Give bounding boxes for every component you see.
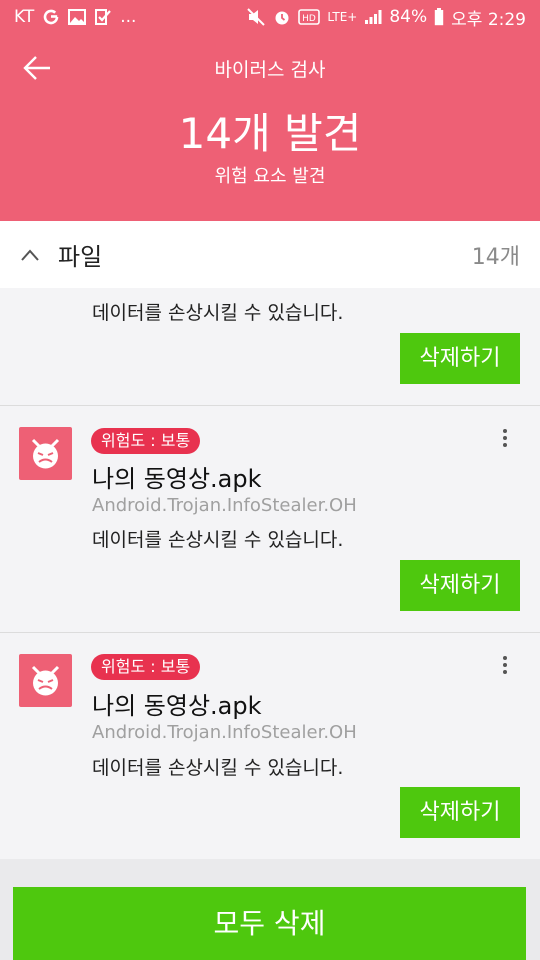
mute-icon (247, 8, 266, 26)
threat-name: Android.Trojan.InfoStealer.OH (92, 495, 357, 516)
files-section-header[interactable]: 파일 14개 (0, 221, 540, 288)
check-notification-icon (95, 9, 112, 25)
google-icon (43, 9, 59, 25)
more-notifications-text: ... (120, 7, 137, 27)
clock: 오후 2:29 (451, 9, 526, 30)
delete-button[interactable]: 삭제하기 (400, 333, 520, 384)
threat-description: 데이터를 손상시킬 수 있습니다. (92, 302, 344, 324)
section-count: 14개 (471, 244, 520, 270)
svg-text:HD: HD (302, 14, 316, 24)
divider (0, 632, 540, 633)
delete-button[interactable]: 삭제하기 (400, 560, 520, 611)
found-count: 14개 발견 (178, 109, 362, 158)
risk-badge: 위험도 : 보통 (91, 654, 201, 680)
malware-devil-icon (19, 427, 72, 480)
section-title: 파일 (58, 243, 103, 271)
risk-badge: 위험도 : 보통 (91, 428, 201, 454)
chevron-up-icon[interactable] (20, 248, 40, 262)
alarm-icon (275, 11, 289, 25)
delete-all-button[interactable]: 모두 삭제 (13, 887, 526, 960)
signal-icon (365, 10, 382, 24)
delete-button[interactable]: 삭제하기 (400, 787, 520, 838)
file-name: 나의 동영상.apk (92, 692, 262, 720)
malware-devil-icon (19, 654, 72, 707)
threat-description: 데이터를 손상시킬 수 있습니다. (92, 529, 344, 551)
battery-percent: 84% (389, 7, 428, 27)
header: KT ... HD LTE+ 84% 오후 2:29 바이러스 검사 14개 발… (0, 0, 540, 221)
divider (0, 405, 540, 406)
more-vertical-icon[interactable] (494, 654, 516, 676)
carrier-label: KT (14, 7, 35, 27)
found-subtitle: 위험 요소 발견 (214, 166, 326, 187)
hd-voice-icon: HD (298, 9, 321, 25)
threat-list: 데이터를 손상시킬 수 있습니다. 삭제하기 위험도 : 보통 나의 동영상.a… (0, 288, 540, 859)
status-bar: KT ... HD LTE+ 84% 오후 2:29 (0, 0, 540, 34)
file-name: 나의 동영상.apk (92, 465, 262, 493)
threat-description: 데이터를 손상시킬 수 있습니다. (92, 757, 344, 779)
image-icon (68, 9, 87, 25)
battery-icon (434, 8, 444, 26)
threat-name: Android.Trojan.InfoStealer.OH (92, 722, 357, 743)
page-title: 바이러스 검사 (214, 59, 326, 81)
network-type: LTE+ (327, 10, 358, 24)
more-vertical-icon[interactable] (494, 427, 516, 449)
